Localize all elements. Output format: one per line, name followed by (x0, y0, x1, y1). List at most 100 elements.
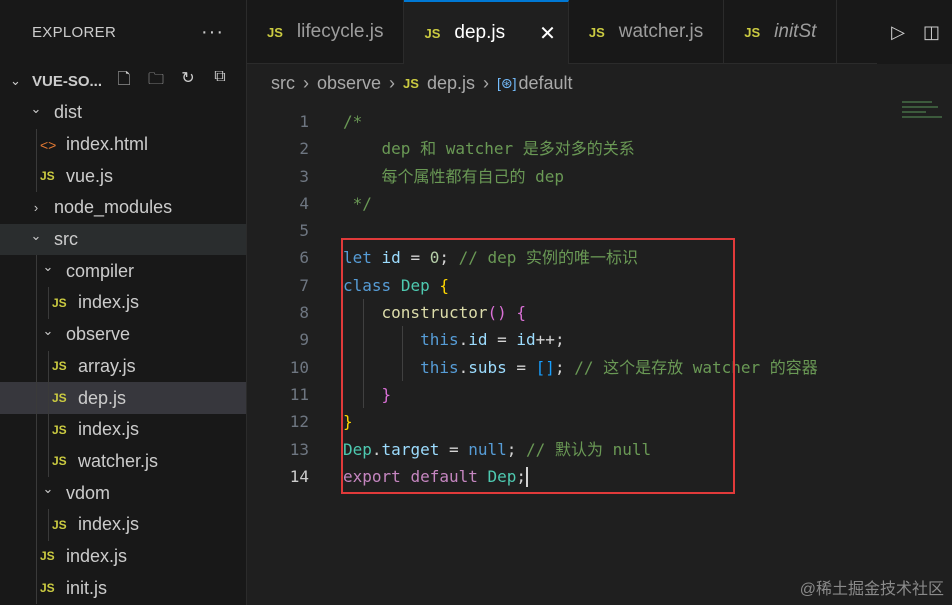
code-area[interactable]: /* dep 和 watcher 是多对多的关系 每个属性都有自己的 dep *… (343, 108, 943, 490)
code-token: } (343, 412, 353, 432)
tab-lifecycle-js[interactable]: JS lifecycle.js (247, 0, 405, 64)
minimap[interactable] (902, 98, 942, 128)
tab-label: dep.js (454, 22, 506, 43)
code-token: null (468, 439, 507, 459)
watermark: @稀土掘金技术社区 (799, 581, 944, 598)
project-root[interactable]: ⌄ VUE-SO... 🗋 🗀 ↻ ⧉ (0, 64, 246, 98)
indent-guide (48, 508, 49, 541)
js-file-icon: JS (52, 422, 67, 437)
new-file-icon[interactable]: 🗋 (114, 68, 134, 95)
chevron-right-icon: › (389, 72, 396, 93)
code-line[interactable]: } (343, 408, 943, 435)
js-file-icon: JS (52, 359, 67, 374)
tree-folder[interactable]: ⌄ compiler (0, 255, 246, 288)
code-line[interactable]: 每个属性都有自己的 dep (343, 163, 943, 190)
refresh-icon[interactable]: ↻ (178, 68, 198, 95)
code-line[interactable]: export default Dep; (343, 463, 943, 490)
chevron-down-icon: ⌄ (42, 322, 54, 338)
code-token: 0 (429, 248, 440, 268)
tree-file[interactable]: JS vue.js (0, 160, 246, 193)
code-line[interactable]: let id = 0; // dep 实例的唯一标识 (343, 244, 943, 271)
code-token: ; (554, 357, 575, 377)
code-line[interactable]: class Dep { (343, 272, 943, 299)
indent-guide (36, 255, 37, 288)
code-token: id (516, 330, 536, 350)
tree-folder[interactable]: ⌄ vdom (0, 477, 246, 509)
indent-guide (363, 299, 365, 409)
tree-folder[interactable]: ⌄ dist (0, 97, 246, 129)
more-actions-icon[interactable]: ··· (201, 21, 224, 44)
tab-watcher-js[interactable]: JS watcher.js (569, 0, 725, 64)
tree-file[interactable]: JS dep.js (0, 382, 246, 414)
tree-folder[interactable]: ⌄ src (0, 223, 246, 256)
new-folder-icon[interactable]: 🗀 (146, 68, 166, 95)
tree-folder[interactable]: ⌄ observe (0, 318, 246, 351)
explorer-title: EXPLORER (32, 23, 117, 41)
code-line[interactable] (343, 217, 943, 244)
code-line[interactable]: constructor() { (343, 299, 943, 326)
code-token: ; (439, 248, 459, 268)
tree-file[interactable]: JS init.js (0, 572, 246, 604)
js-file-icon: JS (588, 24, 605, 40)
js-file-icon: JS (52, 295, 67, 310)
tree-item-label: index.js (78, 419, 140, 440)
run-icon[interactable]: ▷ (891, 22, 905, 43)
code-token: Dep (400, 275, 430, 295)
code-line[interactable]: this.subs = []; // 这个是存放 watcher 的容器 (343, 354, 943, 381)
code-line[interactable]: } (343, 381, 943, 408)
tree-file[interactable]: JS watcher.js (0, 445, 246, 478)
tree-file[interactable]: JS index.js (0, 540, 246, 573)
explorer-header: EXPLORER ··· (0, 0, 246, 64)
tab-dep-js[interactable]: JS dep.js ✕ (404, 0, 569, 64)
tree-item-label: observe (66, 324, 131, 345)
collapse-all-icon[interactable]: ⧉ (210, 68, 230, 95)
tree-item-label: index.js (66, 545, 128, 566)
indent-guide (48, 287, 49, 319)
split-editor-icon[interactable]: ◫ (923, 22, 940, 43)
tree-item-label: dist (54, 102, 83, 123)
js-file-icon: JS (424, 25, 441, 41)
code-token: ; (506, 439, 527, 459)
indent-guide (36, 413, 37, 446)
code-token: constructor (381, 303, 488, 323)
code-token: ; (516, 466, 527, 486)
tab-label: initSt (774, 21, 817, 42)
code-token: default (410, 466, 478, 486)
code-token: { (516, 303, 527, 323)
line-number: 13 (289, 439, 309, 459)
chevron-down-icon: ⌄ (42, 481, 54, 497)
tree-file[interactable]: JS index.js (0, 508, 246, 541)
code-token: [] (535, 357, 555, 377)
code-line[interactable]: */ (343, 190, 943, 217)
project-name: VUE-SO... (32, 72, 103, 90)
tab-initSt[interactable]: JS initSt (724, 0, 838, 64)
indent-guide (36, 445, 37, 478)
tree-file[interactable]: JS array.js (0, 350, 246, 383)
tree-file[interactable]: JS index.js (0, 287, 246, 319)
tree-file[interactable]: <> index.html (0, 128, 246, 161)
html-file-icon: <> (40, 136, 57, 153)
indent-guide (48, 350, 49, 383)
code-token: target (381, 439, 440, 459)
code-line[interactable]: /* (343, 108, 943, 135)
breadcrumb-item[interactable]: observe (317, 73, 381, 94)
tree-file[interactable]: JS index.js (0, 413, 246, 446)
code-token: /* (343, 112, 363, 131)
code-line[interactable]: Dep.target = null; // 默认为 null (343, 436, 943, 463)
breadcrumb-symbol[interactable]: default (519, 73, 573, 94)
code-editor[interactable]: 1 2 3 4 5 6 7 8 9 10 11 12 13 14 /* dep 和 watcher 是多对… (247, 98, 952, 605)
line-number: 4 (299, 193, 309, 213)
symbol-icon: [⊛] (497, 74, 517, 91)
code-line[interactable]: dep 和 watcher 是多对多的关系 (343, 135, 943, 162)
breadcrumb-item[interactable]: dep.js (427, 73, 475, 94)
code-line[interactable]: this.id = id++; (343, 326, 943, 353)
breadcrumb-item[interactable]: src (271, 73, 295, 94)
line-number: 5 (299, 221, 309, 241)
chevron-right-icon: › (483, 72, 489, 93)
code-token: */ (343, 193, 372, 213)
code-token: . (458, 357, 469, 377)
close-icon[interactable]: ✕ (539, 21, 556, 46)
tree-folder[interactable]: › node_modules (0, 192, 246, 224)
